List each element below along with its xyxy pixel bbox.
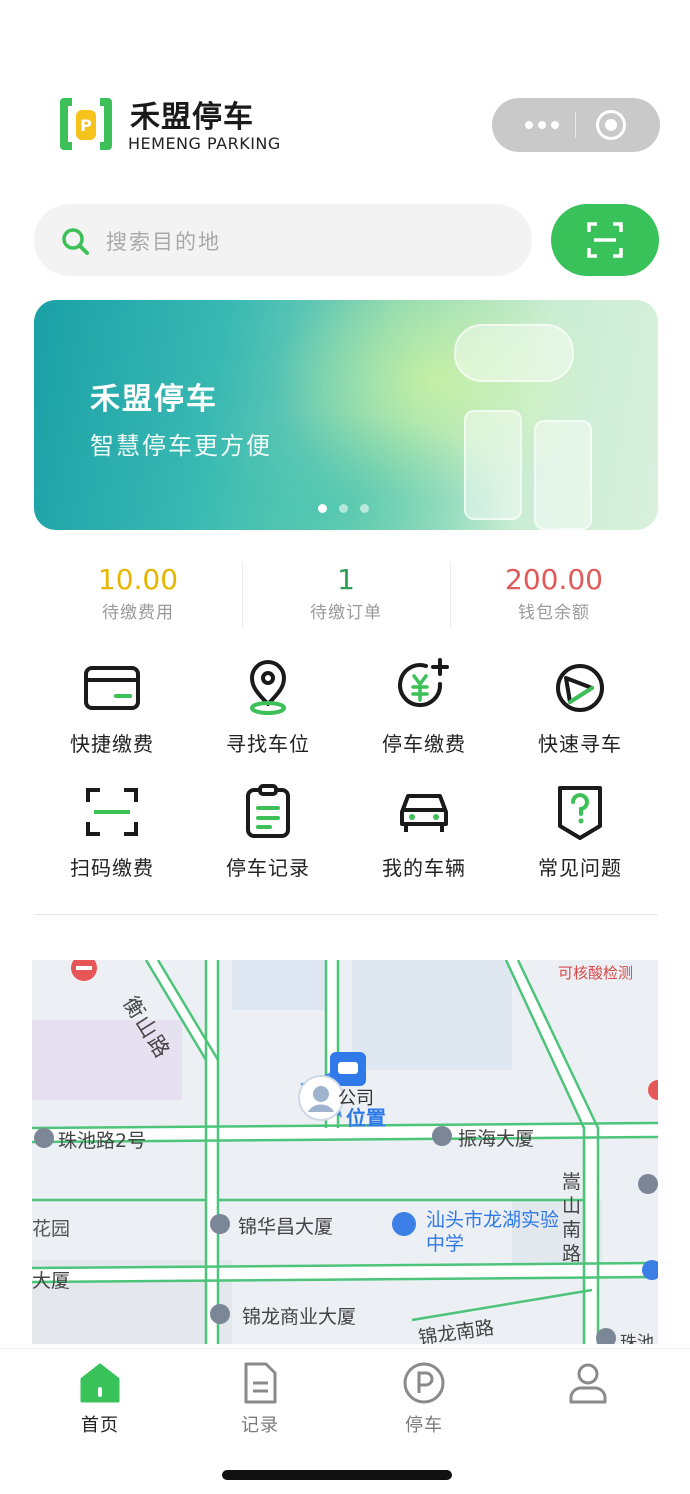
stat-pending-fee[interactable]: 10.00 待缴费用: [34, 560, 242, 632]
tab-profile[interactable]: [528, 1361, 648, 1411]
car-illustration: [454, 324, 574, 382]
stat-label: 钱包余额: [518, 603, 590, 623]
home-indicator: [222, 1470, 452, 1480]
feature-my-vehicles[interactable]: 我的车辆: [346, 780, 502, 904]
feature-label: 寻找车位: [226, 732, 310, 756]
scan-icon: [587, 222, 623, 258]
banner-title: 禾盟停车: [90, 382, 218, 417]
map-poi-label: 汕头市龙湖实验中学: [426, 1209, 560, 1255]
scan-button[interactable]: [551, 204, 659, 276]
map-poi-label: 锦华昌大厦: [238, 1216, 334, 1238]
promo-banner[interactable]: 禾盟停车 智慧停车更方便: [34, 300, 658, 530]
map-poi-icon: [432, 1126, 452, 1146]
feature-label: 扫码缴费: [70, 856, 154, 880]
banner-dot[interactable]: [318, 504, 327, 513]
feature-scan-pay[interactable]: 扫码缴费: [34, 780, 190, 904]
stat-value: 1: [337, 563, 355, 596]
tab-label: 停车: [405, 1415, 443, 1436]
feature-label: 停车记录: [226, 856, 310, 880]
user-icon: [569, 1363, 607, 1404]
school-icon: [392, 1212, 416, 1236]
feature-faq[interactable]: 常见问题: [502, 780, 658, 904]
feature-label: 停车缴费: [382, 732, 466, 756]
search-icon: [62, 228, 89, 255]
feature-label: 我的车辆: [382, 856, 466, 880]
close-target-icon[interactable]: [596, 110, 626, 140]
map-poi-label: 大厦: [32, 1270, 71, 1292]
banner-dot[interactable]: [339, 504, 348, 513]
stat-value: 200.00: [505, 563, 603, 596]
document-icon: [244, 1362, 277, 1404]
feature-label: 常见问题: [538, 856, 622, 880]
map-poi-label: 珠池路2号: [58, 1130, 147, 1152]
clipboard-icon: [246, 784, 290, 838]
svg-text:P: P: [80, 116, 92, 135]
brand-subtitle: HEMENG PARKING: [128, 134, 281, 153]
map-poi-label: 振海大厦: [458, 1128, 535, 1150]
banner-indicator: [318, 504, 369, 513]
yuan-plus-icon: [398, 658, 449, 708]
map-poi-icon: [638, 1174, 658, 1194]
map-poi-label: 锦龙商业大厦: [242, 1306, 357, 1328]
feature-quick-pay[interactable]: 快捷缴费: [34, 656, 190, 780]
more-icon[interactable]: [512, 98, 572, 152]
tab-label: 首页: [81, 1415, 119, 1436]
card-icon: [84, 666, 140, 710]
search-input[interactable]: 搜索目的地: [34, 204, 532, 276]
account-stats: 10.00 待缴费用 1 待缴订单 200.00 钱包余额: [34, 560, 658, 632]
tab-records[interactable]: 记录: [200, 1361, 320, 1437]
car-icon: [400, 794, 448, 832]
banner-dot[interactable]: [360, 504, 369, 513]
search-placeholder: 搜索目的地: [106, 230, 221, 254]
car-illustration: [534, 420, 592, 530]
parking-icon: [403, 1362, 445, 1404]
stat-label: 待缴订单: [310, 603, 382, 623]
map-poi-icon: [34, 1128, 54, 1148]
stat-pending-order[interactable]: 1 待缴订单: [242, 560, 450, 632]
tab-parking[interactable]: 停车: [364, 1361, 484, 1437]
car-illustration: [464, 410, 522, 520]
stat-value: 10.00: [97, 563, 179, 596]
section-divider: [34, 914, 658, 915]
feature-parking-pay[interactable]: 停车缴费: [346, 656, 502, 780]
question-icon: [558, 786, 602, 840]
brand-name: 禾盟停车: [130, 100, 254, 135]
banner-subtitle: 智慧停车更方便: [90, 432, 272, 460]
location-pin-icon: [250, 660, 286, 715]
map-poi-label: 花园: [32, 1218, 71, 1240]
home-icon: [80, 1363, 120, 1403]
feature-parking-records[interactable]: 停车记录: [190, 780, 346, 904]
map-poi-icon: [210, 1214, 230, 1234]
header: P 禾盟停车 HEMENG PARKING: [0, 0, 690, 190]
tab-home[interactable]: 首页: [40, 1361, 160, 1437]
feature-grid: 快捷缴费 寻找车位 停车缴费 快速寻车 扫码缴费 停车记录 我的车辆 常见问题: [34, 656, 658, 904]
my-location-label: 位置: [346, 1106, 386, 1130]
stat-wallet-balance[interactable]: 200.00 钱包余额: [450, 560, 658, 632]
map-poi-icon: [210, 1304, 230, 1324]
logo-icon: P: [60, 98, 112, 150]
compass-icon: [556, 664, 604, 712]
mini-program-capsule: [492, 98, 660, 152]
map-poi-label: 可核酸检测: [558, 964, 634, 982]
feature-find-space[interactable]: 寻找车位: [190, 656, 346, 780]
feature-label: 快速寻车: [538, 732, 622, 756]
stat-label: 待缴费用: [102, 603, 174, 623]
map-view[interactable]: 衡山路 可核酸检测 公司 位置 珠池路2号 振海大厦 嵩山南路 花园 锦华昌大厦…: [32, 960, 658, 1344]
feature-label: 快捷缴费: [70, 732, 154, 756]
feature-find-car[interactable]: 快速寻车: [502, 656, 658, 780]
scan-icon: [86, 788, 138, 836]
tab-label: 记录: [241, 1415, 279, 1436]
map-poi-label: 珠池: [620, 1333, 654, 1344]
